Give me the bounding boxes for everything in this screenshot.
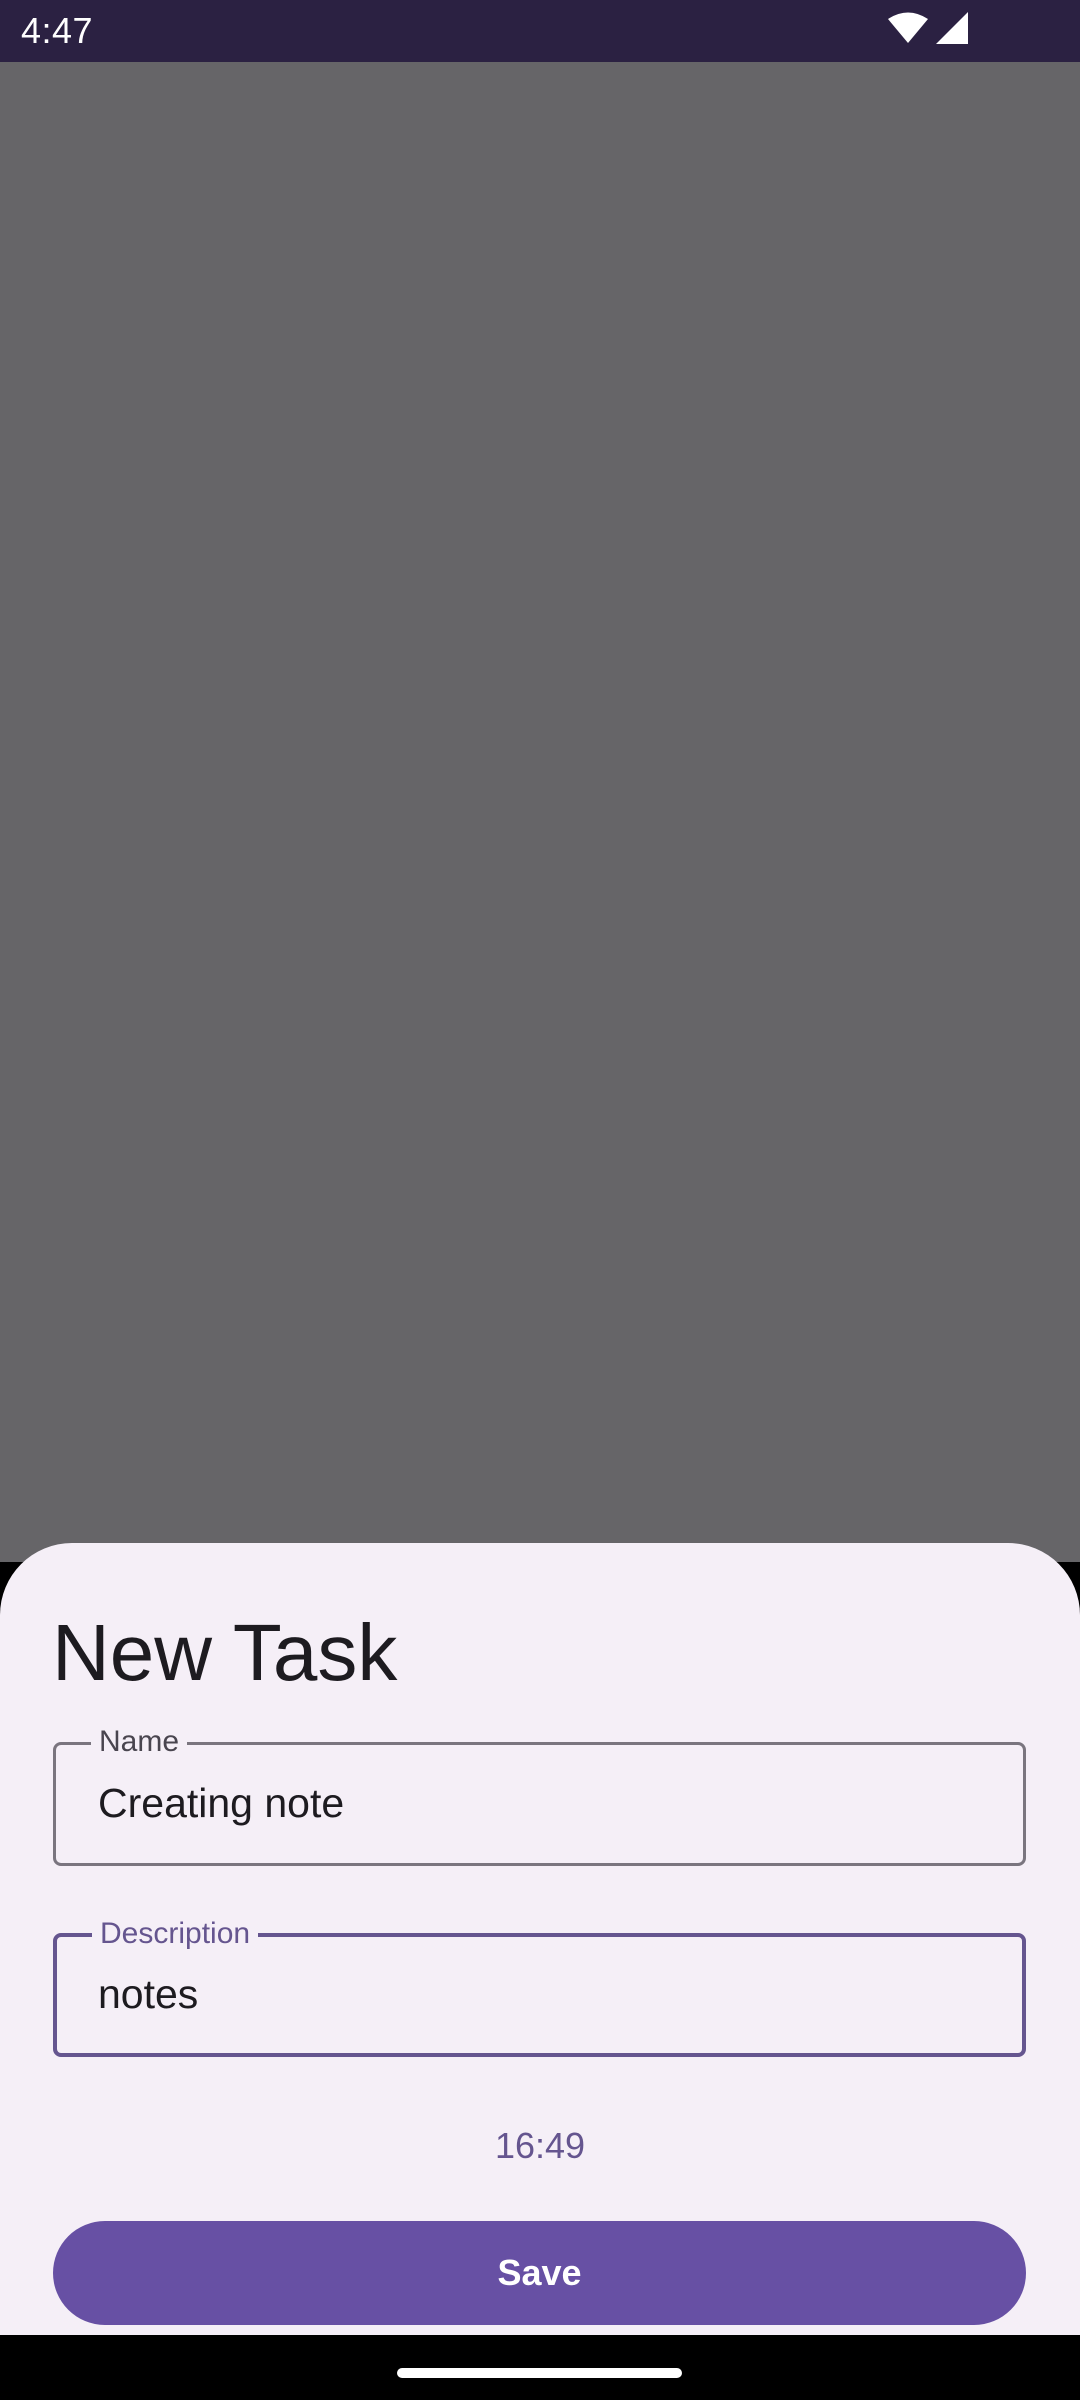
wifi-icon [888,12,928,49]
save-button[interactable]: Save [53,2221,1026,2325]
sheet-title: New Task [52,1608,398,1697]
status-icons [888,11,968,49]
home-gesture-handle[interactable] [397,2368,682,2378]
name-field[interactable]: Name Creating note [53,1725,1026,1866]
description-field-value[interactable]: notes [98,1964,198,2024]
navigation-bar [0,2335,1080,2400]
name-field-value[interactable]: Creating note [98,1773,344,1833]
description-field-label: Description [92,1917,259,1951]
background-scrim[interactable] [0,62,1080,1562]
name-field-label: Name [91,1725,188,1759]
cellular-signal-icon [936,11,968,49]
status-bar: 4:47 [0,0,1080,62]
status-time: 4:47 [21,10,94,51]
description-field[interactable]: Description notes [53,1917,1026,2057]
time-picker-button[interactable]: 16:49 [0,2124,1080,2168]
